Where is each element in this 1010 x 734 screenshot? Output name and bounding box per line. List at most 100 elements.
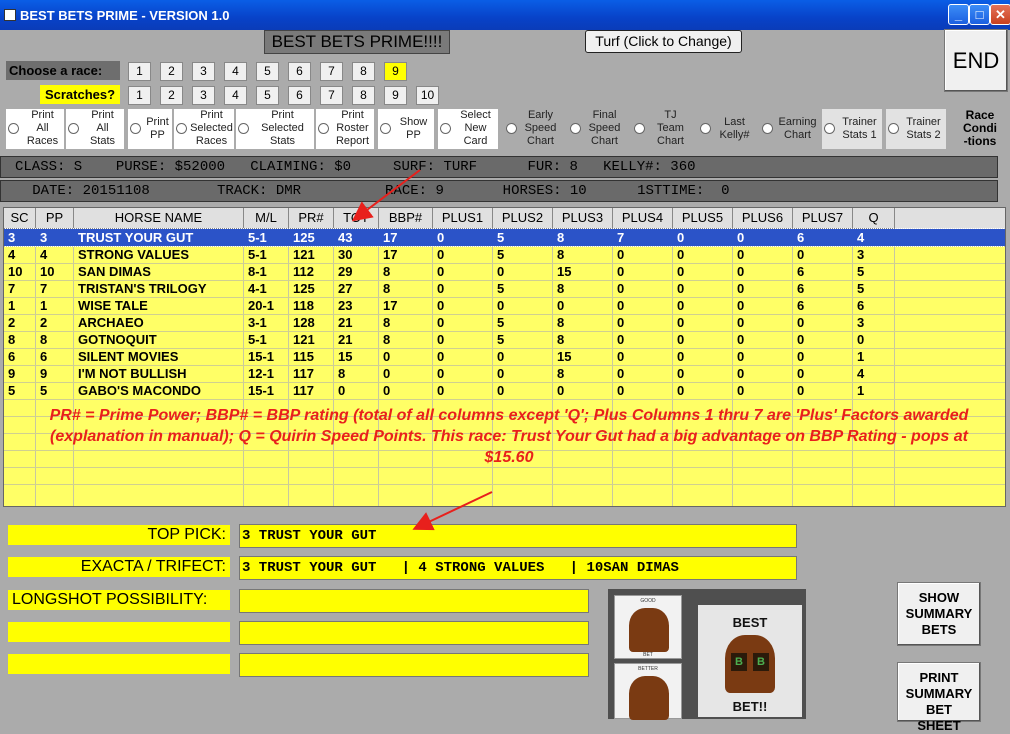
race-button-5[interactable]: 5: [256, 62, 279, 81]
race-button-2[interactable]: 2: [160, 62, 183, 81]
table-cell: 5: [497, 281, 505, 296]
show-summary-bets-button[interactable]: SHOW SUMMARY BETS: [897, 582, 981, 646]
radio-icon[interactable]: [634, 123, 645, 134]
race-button-1[interactable]: 1: [128, 62, 151, 81]
radio-icon[interactable]: [8, 123, 19, 134]
table-row[interactable]: 4 4 STRONG VALUES 5-1 121 30 17 0 5 8 0 0 0 0 3: [4, 246, 1005, 263]
column-header-ml[interactable]: M/L: [244, 208, 289, 229]
option-print-selected-stats[interactable]: Print Selected Stats: [236, 109, 314, 149]
table-row[interactable]: 9 9 I'M NOT BULLISH 12-1 117 8 0 0 0 8 0 0 0 0 4: [4, 365, 1005, 382]
column-header-plus7[interactable]: PLUS7: [793, 208, 853, 229]
option-trainer-stats-1[interactable]: Trainer Stats 1: [822, 109, 882, 149]
scratch-button-9[interactable]: 9: [384, 86, 407, 105]
table-row[interactable]: 10 10 SAN DIMAS 8-1 112 29 8 0 0 15 0 0 0 6 5: [4, 263, 1005, 280]
column-header-bbp[interactable]: BBP#: [379, 208, 433, 229]
radio-icon[interactable]: [440, 123, 451, 134]
end-button[interactable]: END: [944, 29, 1008, 92]
race-button-8[interactable]: 8: [352, 62, 375, 81]
option-print-pp[interactable]: Print PP: [128, 109, 172, 149]
column-header-plus1[interactable]: PLUS1: [433, 208, 493, 229]
option-print-selected-races[interactable]: Print Selected Races: [174, 109, 234, 149]
option-show-pp[interactable]: Show PP: [378, 109, 434, 149]
column-header-pr[interactable]: PR#: [289, 208, 334, 229]
horse-head-icon: [629, 608, 669, 652]
option-label: Print All Races: [26, 109, 59, 147]
close-button[interactable]: ✕: [990, 4, 1010, 25]
race-button-3[interactable]: 3: [192, 62, 215, 81]
column-header-tot[interactable]: TOT: [334, 208, 379, 229]
scratch-button-5[interactable]: 5: [256, 86, 279, 105]
blank-field-2[interactable]: [239, 653, 589, 677]
table-row[interactable]: 6 6 SILENT MOVIES 15-1 115 15 0 0 0 15 0 0 0 0 1: [4, 348, 1005, 365]
table-cell: SILENT MOVIES: [78, 349, 179, 364]
radio-icon[interactable]: [130, 123, 141, 134]
option-earning-chart[interactable]: Earning Chart: [760, 109, 820, 149]
table-cell: 0: [737, 315, 745, 330]
radio-icon[interactable]: [238, 123, 249, 134]
table-row[interactable]: 7 7 TRISTAN'S TRILOGY 4-1 125 27 8 0 5 8 0 0 0 6 5: [4, 280, 1005, 297]
option-tj-team-chart[interactable]: TJ Team Chart: [632, 109, 694, 149]
option-print-all-stats[interactable]: Print All Stats: [66, 109, 124, 149]
table-cell: 6: [40, 349, 48, 364]
table-row[interactable]: 8 8 GOTNOQUIT 5-1 121 21 8 0 5 8 0 0 0 0 0: [4, 331, 1005, 348]
minimize-button[interactable]: _: [948, 4, 969, 25]
scratch-button-2[interactable]: 2: [160, 86, 183, 105]
column-header-plus6[interactable]: PLUS6: [733, 208, 793, 229]
turf-toggle-button[interactable]: Turf (Click to Change): [585, 30, 742, 53]
column-header-plus2[interactable]: PLUS2: [493, 208, 553, 229]
longshot-field[interactable]: [239, 589, 589, 613]
scratch-button-4[interactable]: 4: [224, 86, 247, 105]
radio-icon[interactable]: [506, 123, 517, 134]
top-pick-field[interactable]: 3 TRUST YOUR GUT: [239, 524, 797, 548]
column-header-sc[interactable]: SC: [4, 208, 36, 229]
scratch-button-3[interactable]: 3: [192, 86, 215, 105]
table-cell: 0: [737, 281, 745, 296]
option-final-speed-chart[interactable]: Final Speed Chart: [568, 109, 626, 149]
option-early-speed-chart[interactable]: Early Speed Chart: [504, 109, 562, 149]
radio-icon[interactable]: [700, 123, 711, 134]
race-button-6[interactable]: 6: [288, 62, 311, 81]
scratch-button-8[interactable]: 8: [352, 86, 375, 105]
table-row[interactable]: 2 2 ARCHAEO 3-1 128 21 8 0 5 8 0 0 0 0 3: [4, 314, 1005, 331]
column-header-plus3[interactable]: PLUS3: [553, 208, 613, 229]
option-print-roster-report[interactable]: Print Roster Report: [316, 109, 374, 149]
option-select-new-card[interactable]: Select New Card: [438, 109, 498, 149]
option-label: Trainer Stats 1: [842, 116, 877, 141]
table-cell: 8: [8, 332, 16, 347]
scratch-button-1[interactable]: 1: [128, 86, 151, 105]
scratch-button-10[interactable]: 10: [416, 86, 439, 105]
table-cell: 0: [677, 332, 685, 347]
radio-icon[interactable]: [318, 123, 329, 134]
column-header-plus4[interactable]: PLUS4: [613, 208, 673, 229]
column-header-plus5[interactable]: PLUS5: [673, 208, 733, 229]
radio-icon[interactable]: [762, 123, 773, 134]
option-print-all-races[interactable]: Print All Races: [6, 109, 64, 149]
blank-field-1[interactable]: [239, 621, 589, 645]
option-trainer-stats-2[interactable]: Trainer Stats 2: [886, 109, 946, 149]
column-header-horsename[interactable]: HORSE NAME: [74, 208, 244, 229]
radio-icon[interactable]: [824, 123, 835, 134]
option-last-kelly[interactable]: Last Kelly#: [698, 109, 756, 149]
radio-icon[interactable]: [888, 123, 899, 134]
table-row[interactable]: 5 5 GABO'S MACONDO 15-1 117 0 0 0 0 0 0 0 0 0 1: [4, 382, 1005, 399]
table-row[interactable]: 3 3 TRUST YOUR GUT 5-1 125 43 17 0 5 8 7 0 0 6 4: [4, 228, 1005, 247]
race-button-9[interactable]: 9: [384, 62, 407, 81]
radio-icon[interactable]: [176, 123, 187, 134]
radio-icon[interactable]: [380, 123, 391, 134]
race-button-4[interactable]: 4: [224, 62, 247, 81]
radio-icon[interactable]: [570, 123, 581, 134]
scratch-button-6[interactable]: 6: [288, 86, 311, 105]
race-button-7[interactable]: 7: [320, 62, 343, 81]
best-bets-logo-panel: GOOD BET BETTER BEST B B BET!!: [608, 589, 806, 720]
exacta-field[interactable]: 3 TRUST YOUR GUT | 4 STRONG VALUES | 10S…: [239, 556, 797, 580]
print-summary-bet-sheet-button[interactable]: PRINT SUMMARY BET SHEET: [897, 662, 981, 733]
option-race-conditions[interactable]: Race Condi -tions: [950, 109, 1008, 149]
maximize-button[interactable]: □: [969, 4, 990, 25]
column-header-pp[interactable]: PP: [36, 208, 74, 229]
table-cell: 117: [293, 383, 314, 398]
radio-icon[interactable]: [68, 123, 79, 134]
column-header-q[interactable]: Q: [853, 208, 895, 229]
scratch-button-7[interactable]: 7: [320, 86, 343, 105]
table-cell: 6: [857, 298, 865, 313]
table-row[interactable]: 1 1 WISE TALE 20-1 118 23 17 0 0 0 0 0 0 6 6: [4, 297, 1005, 314]
